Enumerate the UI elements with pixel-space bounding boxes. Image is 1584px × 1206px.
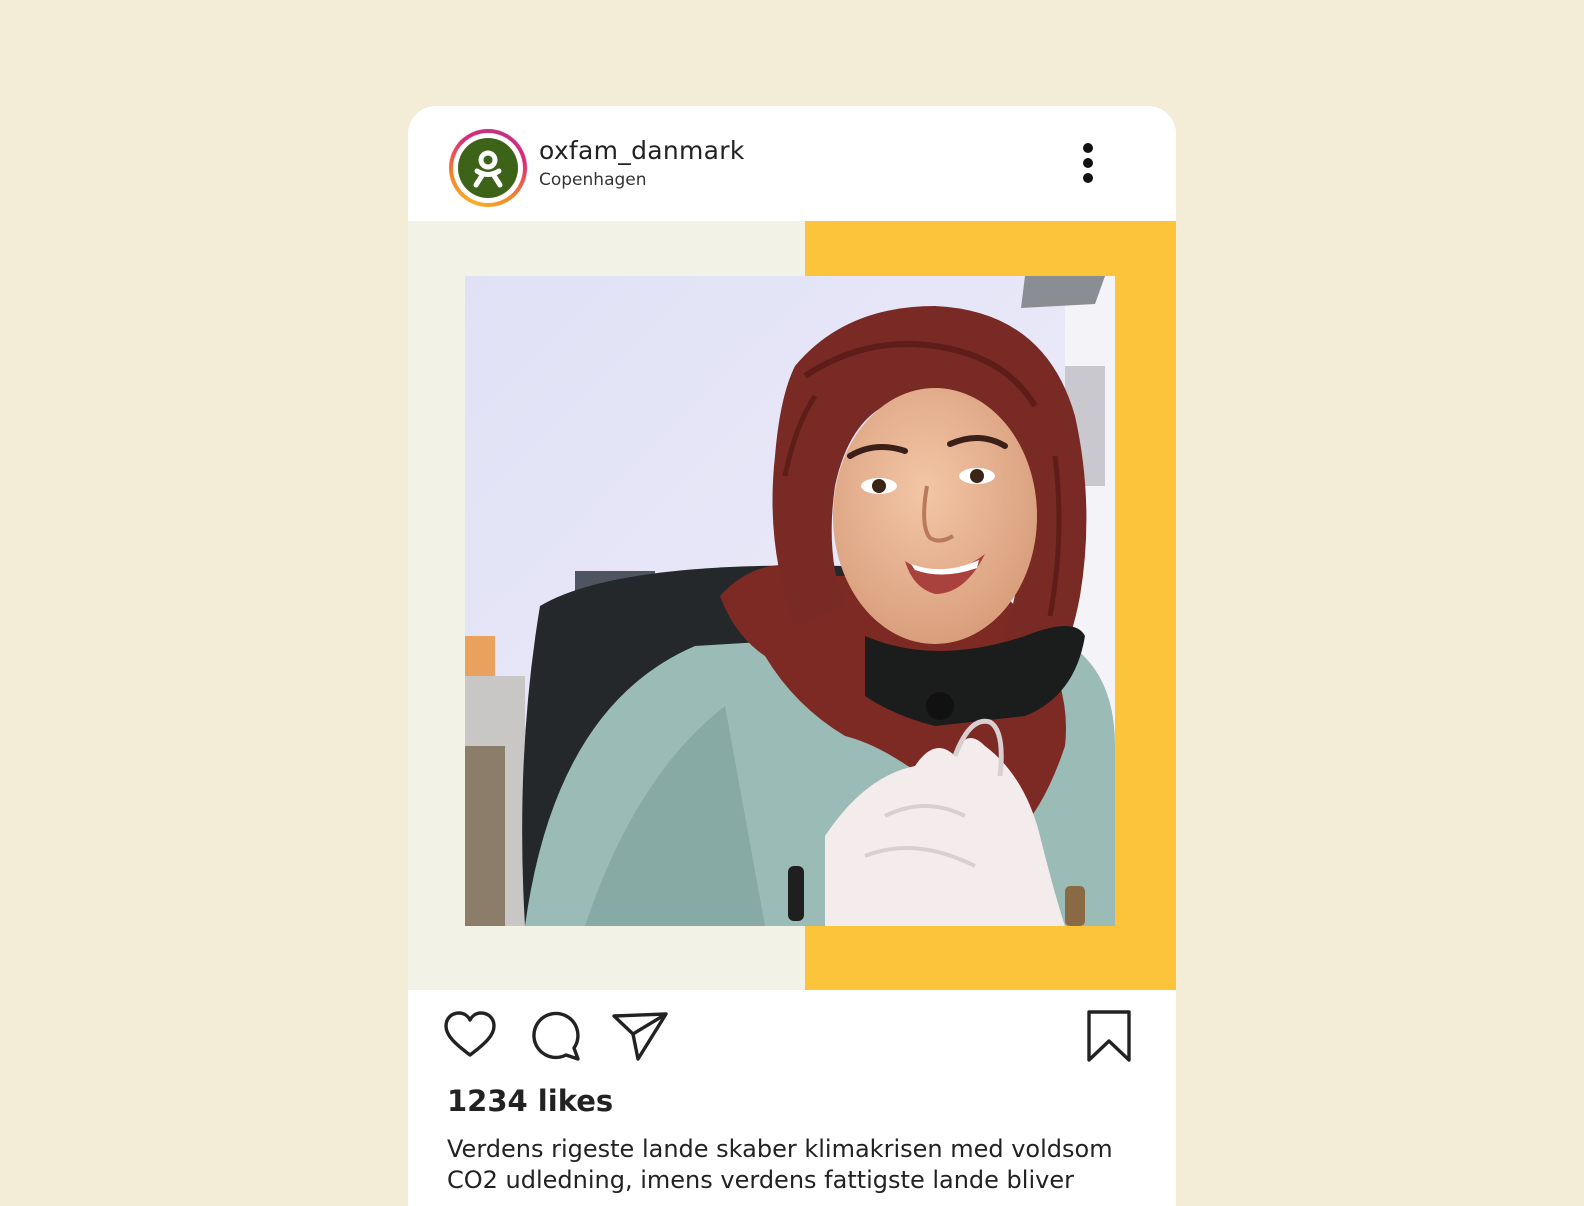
avatar-frame: [453, 133, 523, 203]
likes-count[interactable]: 1234 likes: [447, 1084, 613, 1118]
instagram-post-card: oxfam_danmark Copenhagen 1234 likes Verd…: [408, 106, 1176, 1206]
comment-button[interactable]: [526, 1008, 586, 1064]
like-button[interactable]: [440, 1008, 500, 1064]
comment-icon: [532, 1011, 580, 1061]
heart-icon: [444, 1011, 496, 1057]
more-vertical-icon: [1083, 143, 1093, 153]
save-button[interactable]: [1078, 1008, 1138, 1064]
more-vertical-icon: [1083, 158, 1093, 168]
post-username[interactable]: oxfam_danmark: [539, 136, 745, 165]
post-photo[interactable]: [465, 276, 1115, 926]
post-media[interactable]: [408, 221, 1176, 990]
share-button[interactable]: [611, 1008, 671, 1064]
more-vertical-icon: [1083, 173, 1093, 183]
bookmark-icon: [1087, 1010, 1131, 1062]
post-header: oxfam_danmark Copenhagen: [408, 106, 1176, 221]
post-location[interactable]: Copenhagen: [539, 170, 647, 190]
post-actions: [408, 990, 1176, 1080]
send-icon: [612, 1012, 668, 1061]
more-options-button[interactable]: [1066, 138, 1110, 188]
story-ring[interactable]: [449, 129, 527, 207]
oxfam-logo-icon: [458, 138, 518, 198]
post-caption: Verdens rigeste lande skaber klimakrisen…: [447, 1135, 1113, 1194]
